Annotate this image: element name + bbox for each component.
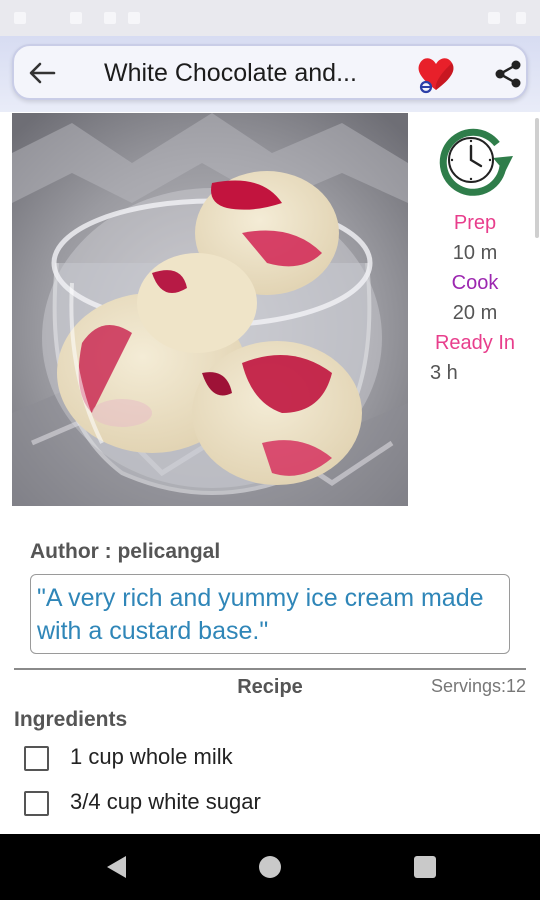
page-title: White Chocolate and... xyxy=(104,59,357,87)
prep-value: 10 m xyxy=(452,242,498,264)
wifi-icon xyxy=(488,12,500,24)
ingredient-item[interactable]: 3/4 cup white sugar xyxy=(24,789,504,819)
ingredient-text: 1 cup whole milk xyxy=(70,744,233,769)
cook-label: Cook xyxy=(451,272,499,294)
divider xyxy=(14,668,526,670)
share-button[interactable] xyxy=(492,58,524,90)
ready-value: 3 h xyxy=(430,362,458,384)
heart-icon xyxy=(418,58,454,94)
arrow-left-icon xyxy=(29,62,56,84)
clock-refresh-icon xyxy=(439,128,513,196)
description-box: "A very rich and yummy ice cream made wi… xyxy=(30,574,510,654)
ice-cream-image xyxy=(12,113,408,506)
scrollbar[interactable] xyxy=(535,118,539,238)
app-bar: White Chocolate and... xyxy=(0,36,540,112)
nav-back-icon[interactable] xyxy=(104,854,128,880)
status-icon xyxy=(14,12,26,24)
battery-icon xyxy=(516,12,526,24)
status-icon xyxy=(104,12,116,24)
ingredient-checkbox[interactable] xyxy=(24,746,49,771)
author-label: Author : pelicangal xyxy=(30,540,221,563)
nav-recents-icon[interactable] xyxy=(414,856,436,878)
status-icon xyxy=(128,12,140,24)
toolbar: White Chocolate and... xyxy=(12,44,528,100)
favorite-button[interactable] xyxy=(414,54,458,94)
ingredient-item[interactable]: 1 cup whole milk xyxy=(24,744,504,774)
nav-home-icon[interactable] xyxy=(259,856,281,878)
share-icon xyxy=(495,60,521,88)
status-icon xyxy=(70,12,82,24)
prep-label: Prep xyxy=(453,212,497,234)
ingredient-checkbox[interactable] xyxy=(24,791,49,816)
ingredient-text: 3/4 cup white sugar xyxy=(70,789,261,814)
system-nav-bar xyxy=(0,834,540,900)
time-panel: Prep 10 m Cook 20 m Ready In 3 h xyxy=(420,120,530,388)
recipe-photo[interactable] xyxy=(12,113,408,506)
cook-value: 20 m xyxy=(452,302,498,324)
servings-count[interactable]: Servings:12 xyxy=(431,676,526,697)
ingredients-heading: Ingredients xyxy=(14,708,128,731)
ready-label: Ready In xyxy=(434,332,516,354)
back-button[interactable] xyxy=(24,58,60,88)
status-bar xyxy=(0,0,540,36)
